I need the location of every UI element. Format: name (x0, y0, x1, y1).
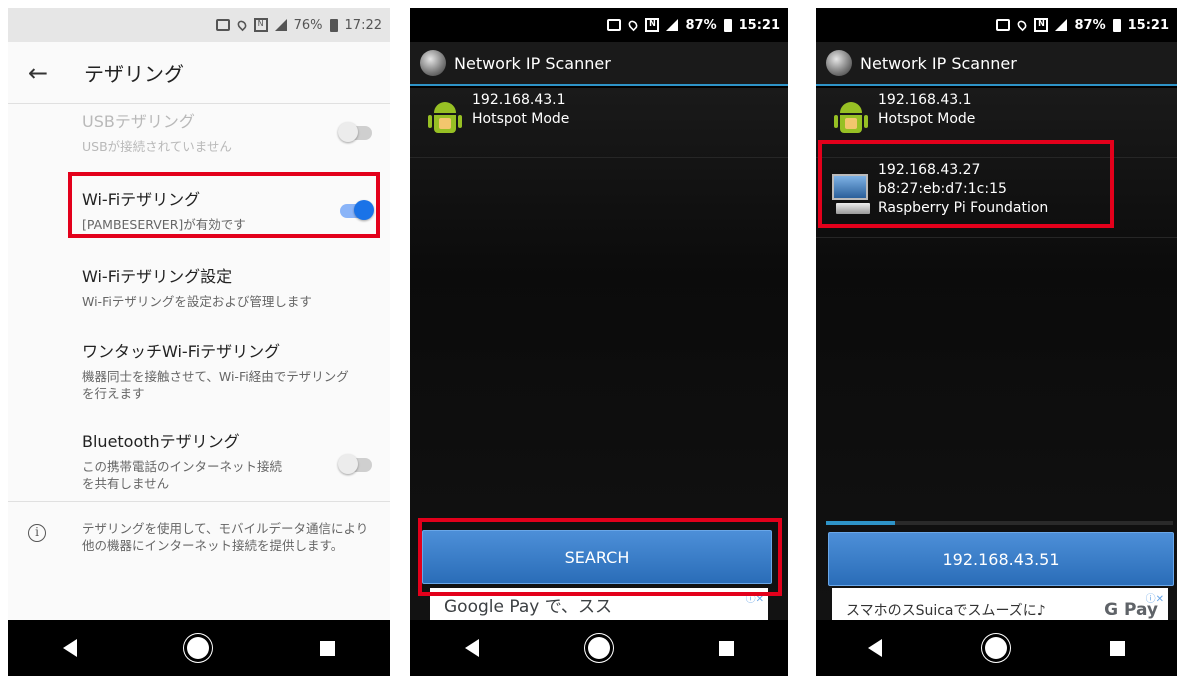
scan-ip-button[interactable]: 192.168.43.51 (828, 532, 1174, 586)
setting-title: Wi-Fiテザリング設定 (82, 267, 233, 286)
device-info: 192.168.43.27 b8:27:eb:d7:1c:15 Raspberr… (878, 161, 1048, 218)
battery-icon (329, 18, 338, 32)
app-bar: ← テザリング (8, 42, 390, 104)
info-icon: i (28, 524, 46, 542)
list-item[interactable]: 192.168.43.27 b8:27:eb:d7:1c:15 Raspberr… (816, 158, 1177, 238)
device-label: Hotspot Mode (878, 111, 976, 127)
bluetooth-tethering-switch[interactable] (338, 454, 372, 474)
app-bar: Network IP Scanner (410, 42, 788, 86)
nav-back-icon[interactable] (867, 639, 882, 657)
nav-home-icon[interactable] (187, 637, 210, 659)
nav-bar (816, 620, 1177, 676)
app-bar: Network IP Scanner (816, 42, 1177, 86)
message-icon (215, 19, 230, 31)
setting-bluetooth-tethering[interactable]: Bluetoothテザリング この携帯電話のインターネット接続を共有しません (8, 428, 390, 492)
ad-text: スマホのスSuicaでスムーズに♪ (846, 603, 1046, 619)
status-bar: N 87% 15:21 (816, 8, 1177, 42)
usb-tethering-switch (338, 122, 372, 142)
setting-subtitle: USBが接続されていません (82, 139, 232, 154)
setting-title: ワンタッチWi-Fiテザリング (82, 342, 281, 361)
setting-subtitle: Wi-Fiテザリングを設定および管理します (82, 294, 312, 309)
nfc-icon: N (1034, 18, 1049, 32)
location-icon (627, 18, 640, 32)
nav-bar (410, 620, 788, 676)
ad-choices-icon[interactable]: ⓘ✕ (1146, 590, 1164, 605)
nav-recents-icon[interactable] (1110, 640, 1126, 656)
clock: 15:21 (1127, 17, 1169, 33)
setting-usb-tethering: USBテザリング USBが接続されていません (8, 108, 390, 155)
message-icon (996, 19, 1011, 31)
settings-phone: N 76% 17:22 ← テザリング USBテザリング USBが接続されていま… (8, 8, 390, 676)
battery-icon (723, 18, 732, 32)
nav-recents-icon[interactable] (319, 640, 335, 656)
message-icon (607, 19, 622, 31)
scan-progress-fill (826, 521, 896, 525)
scanner-phone-result: N 87% 15:21 Network IP Scanner 192.168.4… (816, 8, 1177, 676)
device-info: 192.168.43.1 Hotspot Mode (472, 91, 569, 129)
battery-icon (1112, 18, 1121, 32)
app-logo-icon (826, 50, 852, 76)
status-bar: N 87% 15:21 (410, 8, 788, 42)
device-vendor: Raspberry Pi Foundation (878, 200, 1049, 216)
app-title: Network IP Scanner (860, 53, 1017, 73)
info-text: テザリングを使用して、モバイルデータ通信により他の機器にインターネット接続を提供… (82, 521, 369, 553)
device-ip: 192.168.43.27 (878, 162, 981, 178)
setting-wifi-tethering-config[interactable]: Wi-Fiテザリング設定 Wi-Fiテザリングを設定および管理します (8, 263, 390, 310)
setting-subtitle: [PAMBESERVER]が有効です (82, 217, 246, 232)
ad-banner[interactable]: Google Pay で、スス ⓘ✕ (430, 588, 768, 620)
status-bar: N 76% 17:22 (8, 8, 390, 42)
app-logo-icon (420, 50, 446, 76)
search-button[interactable]: SEARCH (422, 530, 772, 584)
scanner-phone-initial: N 87% 15:21 Network IP Scanner 192.168.4… (410, 8, 788, 676)
battery-percent: 87% (1074, 17, 1106, 33)
device-label: Hotspot Mode (472, 111, 570, 127)
nav-recents-icon[interactable] (718, 640, 734, 656)
device-info: 192.168.43.1 Hotspot Mode (878, 91, 975, 129)
ad-text: Google Pay で、スス (444, 596, 613, 617)
nav-back-icon[interactable] (63, 639, 78, 657)
signal-icon (666, 19, 679, 31)
list-item[interactable]: 192.168.43.1 Hotspot Mode (410, 88, 788, 158)
clock: 15:21 (738, 17, 780, 33)
signal-icon (274, 19, 287, 31)
signal-icon (1055, 19, 1068, 31)
setting-subtitle: 機器同士を接触させて、Wi-Fi経由でテザリングを行えます (82, 369, 349, 401)
nav-back-icon[interactable] (464, 639, 479, 657)
app-title: Network IP Scanner (454, 53, 611, 73)
setting-one-touch-wifi[interactable]: ワンタッチWi-Fiテザリング 機器同士を接触させて、Wi-Fi経由でテザリング… (8, 338, 390, 402)
android-icon (428, 102, 462, 138)
location-icon (235, 18, 248, 32)
computer-icon (832, 174, 870, 216)
nfc-icon: N (253, 18, 268, 32)
nav-home-icon[interactable] (984, 637, 1007, 659)
device-ip: 192.168.43.1 (878, 92, 972, 108)
page-title: テザリング (84, 62, 184, 86)
divider (8, 501, 390, 502)
battery-percent: 76% (293, 17, 323, 33)
clock: 17:22 (344, 17, 382, 33)
setting-title: Bluetoothテザリング (82, 432, 240, 451)
scan-progress-bar (826, 521, 1173, 525)
android-icon (834, 102, 868, 138)
setting-subtitle: この携帯電話のインターネット接続を共有しません (82, 459, 283, 491)
device-mac: b8:27:eb:d7:1c:15 (878, 181, 1007, 197)
back-arrow-icon[interactable]: ← (28, 59, 84, 87)
ad-choices-icon[interactable]: ⓘ✕ (746, 590, 764, 605)
wifi-tethering-switch[interactable] (340, 200, 374, 220)
setting-wifi-tethering[interactable]: Wi-Fiテザリング [PAMBESERVER]が有効です (8, 186, 390, 233)
nfc-icon: N (645, 18, 660, 32)
device-ip: 192.168.43.1 (472, 92, 566, 108)
list-item[interactable]: 192.168.43.1 Hotspot Mode (816, 88, 1177, 158)
nav-bar (8, 620, 390, 676)
nav-home-icon[interactable] (587, 637, 610, 659)
location-icon (1016, 18, 1029, 32)
battery-percent: 87% (685, 17, 717, 33)
